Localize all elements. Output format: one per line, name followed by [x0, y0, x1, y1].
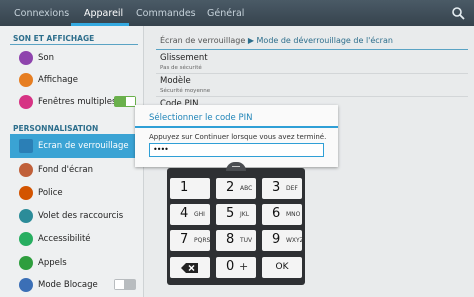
key-9[interactable]: 9 WXYZ [262, 230, 304, 251]
shortcuts-icon [19, 209, 33, 223]
key-5[interactable]: 5 JKL [216, 204, 256, 225]
key-backspace[interactable] [170, 257, 210, 278]
breadcrumb-current: Mode de déverrouillage de l'écran [256, 36, 393, 45]
sidebar-item-label: Appels [38, 258, 67, 268]
key-letters: TUV [240, 237, 253, 244]
sidebar-item-ecran-verrouillage[interactable]: Ecran de verrouillage [10, 134, 138, 158]
tab-commandes[interactable]: Commandes [136, 8, 196, 19]
sidebar-item-label: Volet des raccourcis [38, 211, 124, 221]
sidebar-item-label: Ecran de verrouillage [38, 141, 129, 151]
key-letters: + [239, 260, 249, 273]
key-number: 0 [226, 259, 235, 274]
sidebar-item-mode-blocage[interactable]: Mode Blocage [10, 273, 138, 297]
key-number: 6 [272, 206, 281, 221]
key-letters: DEF [286, 185, 298, 192]
key-1[interactable]: 1 [170, 178, 210, 199]
phone-icon [19, 256, 33, 270]
pin-input[interactable]: •••• [149, 143, 324, 157]
key-ok[interactable]: OK [262, 257, 302, 278]
key-number: 8 [226, 232, 235, 247]
dialog-message: Appuyez sur Continuer lorsque vous avez … [149, 133, 327, 141]
numeric-keypad: 1 2 ABC 3 DEF 4 GHI 5 JKL 6 MNO 7 PQRS 8… [167, 162, 305, 285]
key-letters: GHI [194, 211, 205, 218]
sidebar-item-label: Fenêtres multiples [38, 97, 117, 107]
section-divider [10, 44, 138, 45]
top-tab-bar: Connexions Appareil Commandes Général [0, 0, 474, 26]
lock-screen-icon [19, 139, 33, 153]
dialog-title-divider [135, 126, 338, 128]
key-letters: MNO [286, 211, 301, 218]
sidebar-item-appels[interactable]: Appels [10, 251, 138, 275]
multi-window-toggle[interactable] [114, 96, 136, 107]
breadcrumb-divider [156, 49, 468, 50]
pin-dialog: Sélectionner le code PIN Appuyez sur Con… [135, 105, 338, 167]
key-number: 1 [180, 180, 189, 195]
sidebar-item-label: Police [38, 188, 63, 198]
tab-appareil[interactable]: Appareil [84, 8, 123, 19]
key-letters: PQRS [194, 237, 211, 244]
display-icon [19, 73, 33, 87]
pin-input-value: •••• [153, 145, 169, 154]
option-modele[interactable]: Modèle [160, 76, 191, 86]
key-letters: WXYZ [286, 237, 304, 244]
key-0[interactable]: 0 + [216, 257, 256, 278]
sidebar-item-label: Fond d'écran [38, 165, 93, 175]
sidebar-item-label: Accessibilité [38, 234, 91, 244]
breadcrumb-arrow-icon: ▶ [247, 36, 254, 45]
multi-window-icon [19, 95, 33, 109]
font-icon [19, 186, 33, 200]
sidebar-item-label: Mode Blocage [38, 280, 98, 290]
key-number: 3 [272, 180, 281, 195]
sidebar-item-accessibilite[interactable]: Accessibilité [10, 227, 138, 251]
key-6[interactable]: 6 MNO [262, 204, 302, 225]
tab-general[interactable]: Général [207, 8, 244, 19]
key-letters: ABC [240, 185, 253, 192]
accessibility-icon [19, 232, 33, 246]
section-header-sound-display: SON ET AFFICHAGE [13, 34, 95, 43]
breadcrumb: Écran de verrouillage ▶ Mode de déverrou… [160, 36, 393, 45]
speaker-icon [19, 51, 33, 65]
block-mode-toggle[interactable] [114, 279, 136, 290]
keypad-handle-icon[interactable] [226, 162, 246, 171]
dialog-title: Sélectionner le code PIN [149, 113, 253, 123]
key-3[interactable]: 3 DEF [262, 178, 302, 199]
option-glissement-subtitle: Pas de sécurité [160, 65, 202, 71]
sidebar-item-son[interactable]: Son [10, 46, 138, 70]
sidebar-item-affichage[interactable]: Affichage [10, 68, 138, 92]
key-4[interactable]: 4 GHI [170, 204, 210, 225]
sidebar-item-police[interactable]: Police [10, 181, 138, 205]
sidebar-item-label: Affichage [38, 75, 78, 85]
key-2[interactable]: 2 ABC [216, 178, 256, 199]
option-modele-subtitle: Sécurité moyenne [160, 88, 211, 94]
section-header-personalisation: PERSONNALISATION [13, 124, 99, 133]
block-mode-icon [19, 278, 33, 292]
sidebar-item-fenetres-multiples[interactable]: Fenêtres multiples [10, 90, 138, 114]
sidebar-item-volet-raccourcis[interactable]: Volet des raccourcis [10, 204, 138, 228]
key-number: 4 [180, 206, 189, 221]
option-divider [156, 73, 468, 74]
key-number: 7 [180, 232, 189, 247]
wallpaper-icon [19, 163, 33, 177]
search-icon[interactable] [451, 6, 465, 20]
sidebar-item-label: Son [38, 53, 54, 63]
backspace-icon [181, 263, 198, 273]
sidebar-item-fond-ecran[interactable]: Fond d'écran [10, 158, 138, 182]
option-glissement[interactable]: Glissement [160, 53, 208, 63]
key-7[interactable]: 7 PQRS [170, 230, 210, 251]
key-number: 9 [272, 232, 281, 247]
breadcrumb-parent[interactable]: Écran de verrouillage [160, 36, 245, 45]
key-ok-label: OK [275, 262, 289, 272]
key-8[interactable]: 8 TUV [216, 230, 256, 251]
tab-connexions[interactable]: Connexions [14, 8, 69, 19]
key-number: 2 [226, 180, 235, 195]
option-divider [156, 96, 468, 97]
key-number: 5 [226, 206, 235, 221]
key-letters: JKL [240, 211, 250, 218]
